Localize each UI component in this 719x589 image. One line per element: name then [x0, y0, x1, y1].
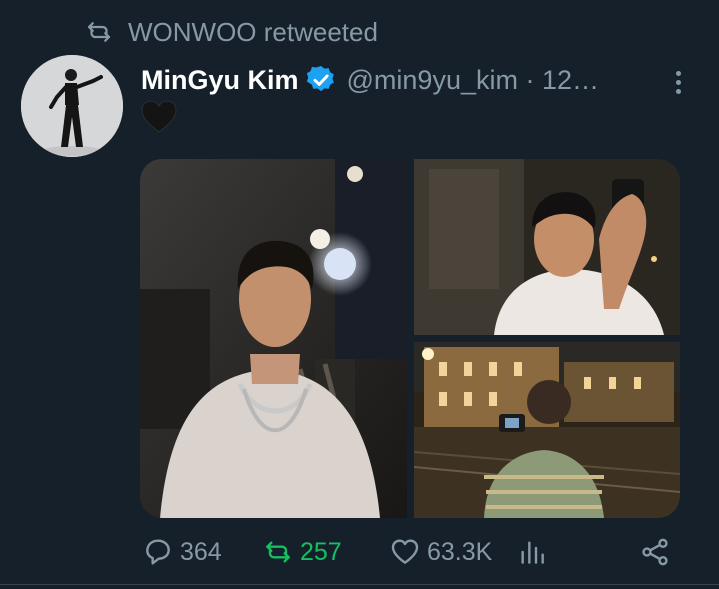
media-photo-2[interactable] — [414, 159, 680, 335]
heart-icon — [391, 539, 419, 564]
reply-count: 364 — [180, 537, 222, 566]
analytics-button[interactable] — [516, 530, 554, 574]
retweet-button[interactable]: 257 — [262, 530, 342, 574]
photo-man-necklace — [140, 159, 407, 518]
like-button[interactable]: 63.3K — [389, 530, 492, 574]
avatar-image — [21, 55, 123, 157]
retweet-icon — [266, 541, 290, 563]
media-photo-1[interactable] — [140, 159, 407, 518]
black-heart-emoji — [141, 100, 177, 133]
reply-button[interactable]: 364 — [142, 530, 222, 574]
photo-phone-selfie — [414, 159, 680, 335]
author-name[interactable]: MinGyu Kim — [141, 65, 299, 96]
tweet-header: MinGyu Kim @min9yu_kim · 12… — [141, 58, 681, 102]
tweet-divider — [0, 584, 719, 585]
author-avatar[interactable] — [21, 55, 123, 157]
more-options-icon[interactable] — [664, 62, 692, 102]
retweet-icon — [87, 22, 111, 42]
retweeted-by-header[interactable]: WONWOO retweeted — [84, 14, 378, 50]
analytics-icon — [521, 541, 544, 564]
verified-badge-icon — [306, 66, 334, 92]
share-button[interactable] — [639, 530, 677, 574]
share-icon — [642, 538, 668, 566]
media-grid — [140, 159, 680, 518]
retweet-count: 257 — [300, 537, 342, 566]
like-count: 63.3K — [427, 537, 493, 566]
tweet-actions: 364 257 63.3K — [0, 530, 719, 574]
author-handle-and-time[interactable]: @min9yu_kim · 12… — [347, 65, 599, 96]
photo-street-camera — [414, 342, 680, 518]
media-photo-3[interactable] — [414, 342, 680, 518]
reply-icon — [146, 539, 170, 565]
retweeted-by-text: WONWOO retweeted — [128, 16, 378, 47]
